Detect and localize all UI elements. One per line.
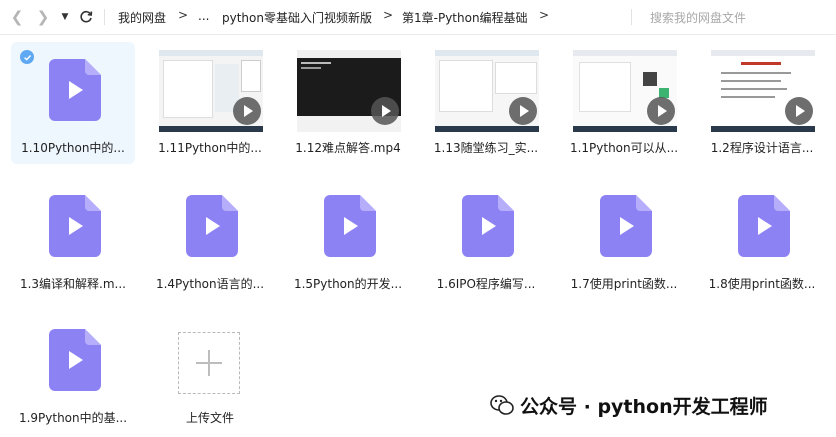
caret-down-icon[interactable]: ▼ xyxy=(58,7,72,27)
file-tile[interactable]: 1.9Python中的基... xyxy=(11,312,135,434)
video-file-icon xyxy=(738,195,790,257)
video-file-icon xyxy=(324,195,376,257)
video-file-icon xyxy=(49,195,101,257)
file-name: 1.12难点解答.mp4 xyxy=(295,141,401,155)
file-name: 1.1Python可以从... xyxy=(569,141,679,155)
file-tile[interactable]: 1.5Python的开发... xyxy=(286,178,410,300)
wechat-icon xyxy=(490,395,514,415)
upload-button[interactable] xyxy=(178,332,240,394)
file-name: 1.11Python中的... xyxy=(158,141,262,155)
watermark-text: 公众号 · python开发工程师 xyxy=(520,395,768,418)
file-tile[interactable]: 1.12难点解答.mp4 xyxy=(286,42,410,164)
breadcrumb-separator: > xyxy=(539,8,550,22)
chevron-left-icon[interactable]: ❮ xyxy=(8,7,26,27)
file-name: 1.13随堂练习_实... xyxy=(433,141,539,155)
file-name: 1.6IPO程序编写... xyxy=(436,277,536,291)
search-input[interactable]: 搜索我的网盘文件 xyxy=(650,9,746,26)
breadcrumb-item-course[interactable]: python零基础入门视频新版 xyxy=(222,9,372,26)
upload-label: 上传文件 xyxy=(185,411,234,425)
file-name: 1.9Python中的基... xyxy=(18,411,128,425)
file-name: 1.7使用print函数... xyxy=(570,277,678,291)
file-name: 1.5Python的开发... xyxy=(293,277,403,291)
video-file-icon xyxy=(186,195,238,257)
file-tile[interactable]: 1.2程序设计语言... xyxy=(700,42,824,164)
watermark: 公众号 · python开发工程师 xyxy=(490,390,836,420)
video-file-icon xyxy=(600,195,652,257)
file-tile[interactable]: 1.6IPO程序编写... xyxy=(424,178,548,300)
refresh-icon[interactable] xyxy=(76,7,96,27)
check-icon[interactable] xyxy=(20,50,34,64)
breadcrumb-item-ellipsis[interactable]: ... xyxy=(198,9,209,23)
video-file-icon xyxy=(49,59,101,121)
file-tile[interactable]: 1.7使用print函数... xyxy=(562,178,686,300)
file-tile[interactable]: 1.1Python可以从... xyxy=(562,42,686,164)
video-thumbnail xyxy=(297,50,401,132)
file-name: 1.8使用print函数... xyxy=(708,277,816,291)
file-tile[interactable]: 1.13随堂练习_实... xyxy=(424,42,548,164)
breadcrumb-separator: > xyxy=(383,8,394,22)
video-file-icon xyxy=(462,195,514,257)
file-name: 1.2程序设计语言... xyxy=(710,141,814,155)
file-tile[interactable]: 1.3编译和解释.m... xyxy=(11,178,135,300)
video-thumbnail xyxy=(573,50,677,132)
file-tile[interactable]: 1.4Python语言的... xyxy=(148,178,272,300)
breadcrumb-item-chapter[interactable]: 第1章-Python编程基础 xyxy=(402,9,528,26)
video-file-icon xyxy=(49,329,101,391)
file-name: 1.10Python中的... xyxy=(21,141,125,155)
divider xyxy=(104,9,105,25)
toolbar: ❮ ❯ ▼ 我的网盘 > ... python零基础入门视频新版 > 第1章-P… xyxy=(0,0,836,35)
breadcrumb-separator: > xyxy=(178,8,189,22)
video-thumbnail xyxy=(711,50,815,132)
file-name: 1.4Python语言的... xyxy=(155,277,265,291)
chevron-right-icon[interactable]: ❯ xyxy=(34,7,52,27)
video-thumbnail xyxy=(159,50,263,132)
file-name: 1.3编译和解释.m... xyxy=(19,277,127,291)
file-tile[interactable]: 1.8使用print函数... xyxy=(700,178,824,300)
divider xyxy=(631,9,632,25)
plus-icon xyxy=(196,350,222,376)
video-thumbnail xyxy=(435,50,539,132)
upload-tile[interactable]: 上传文件 xyxy=(148,312,272,434)
breadcrumb-item-my-drive[interactable]: 我的网盘 xyxy=(118,9,166,26)
file-tile[interactable]: 1.10Python中的... xyxy=(11,42,135,164)
file-tile[interactable]: 1.11Python中的... xyxy=(148,42,272,164)
